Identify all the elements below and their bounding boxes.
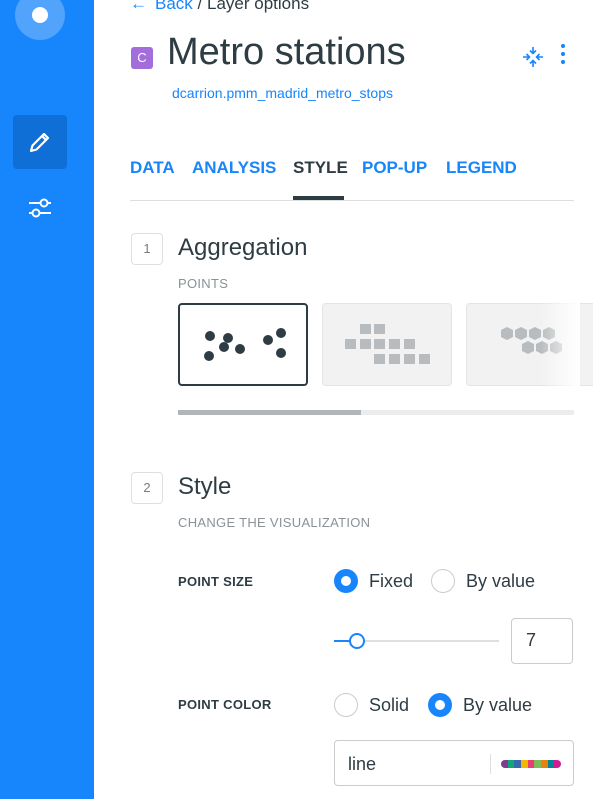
point-color-solid-label[interactable]: Solid (369, 695, 409, 716)
color-ramp-step (514, 760, 522, 768)
left-sidebar (0, 0, 94, 799)
point-size-by-value-label[interactable]: By value (466, 571, 535, 592)
point-color-solid-radio[interactable] (334, 693, 358, 717)
tab-data[interactable]: DATA (130, 158, 175, 178)
color-ramp-step (501, 760, 508, 768)
squares-grid-icon (345, 324, 430, 364)
color-ramp-step (554, 760, 561, 768)
carousel-fade (540, 300, 580, 390)
tab-analysis[interactable]: ANALYSIS (192, 158, 276, 178)
point-color-by-value-radio[interactable] (428, 693, 452, 717)
points-icon (204, 328, 286, 361)
point-size-fixed-label[interactable]: Fixed (369, 571, 413, 592)
aggregation-subtitle: POINTS (178, 276, 229, 291)
color-ramp-step (527, 760, 535, 768)
point-size-by-value-radio[interactable] (431, 569, 455, 593)
scrollbar-thumb[interactable] (178, 410, 361, 415)
color-column-select[interactable]: line (334, 740, 574, 786)
tab-style[interactable]: STYLE (293, 158, 348, 178)
layer-title[interactable]: Metro stations (167, 31, 406, 74)
aggregation-title: Aggregation (178, 234, 308, 261)
collapse-icon[interactable] (522, 46, 544, 68)
color-ramp-step (547, 760, 555, 768)
logo-icon[interactable] (15, 0, 65, 40)
active-tab-indicator (293, 196, 344, 200)
point-size-label: POINT SIZE (178, 574, 254, 589)
tab-pop-up[interactable]: POP-UP (362, 158, 427, 178)
point-color-by-value-label[interactable]: By value (463, 695, 532, 716)
select-divider (490, 754, 491, 774)
color-ramp-step (534, 760, 542, 768)
breadcrumb: ← Back / Layer options (130, 0, 309, 14)
dataset-link[interactable]: dcarrion.pmm_madrid_metro_stops (172, 85, 393, 101)
step-number-1: 1 (131, 233, 163, 265)
step-number-2: 2 (131, 472, 163, 504)
aggregation-option-points[interactable] (178, 303, 308, 386)
color-ramp-step (521, 760, 528, 768)
tab-legend[interactable]: LEGEND (446, 158, 517, 178)
layer-letter-badge: C (131, 47, 153, 69)
back-arrow-icon: ← (130, 0, 147, 13)
point-size-slider-handle[interactable] (349, 633, 365, 649)
point-size-input[interactable]: 7 (511, 618, 573, 664)
style-subtitle: CHANGE THE VISUALIZATION (178, 515, 371, 530)
breadcrumb-current: Layer options (207, 0, 310, 13)
layer-tabs: DATA ANALYSIS STYLE POP-UP LEGEND (130, 158, 574, 201)
aggregation-scrollbar[interactable] (178, 410, 574, 415)
color-ramp-step (541, 760, 548, 768)
color-ramp-swatch[interactable] (501, 760, 561, 768)
color-column-value: line (348, 754, 377, 774)
sliders-icon[interactable] (27, 196, 53, 220)
point-color-label: POINT COLOR (178, 697, 272, 712)
back-link[interactable]: ← Back (130, 0, 193, 13)
color-ramp-step (507, 760, 515, 768)
pencil-icon (29, 132, 50, 153)
style-title: Style (178, 473, 232, 500)
edit-layers-button[interactable] (13, 115, 67, 169)
point-size-fixed-radio[interactable] (334, 569, 358, 593)
more-options-icon[interactable] (556, 44, 570, 66)
breadcrumb-separator: / (197, 0, 203, 13)
aggregation-option-squares[interactable] (322, 303, 452, 386)
point-size-slider[interactable] (358, 640, 499, 642)
